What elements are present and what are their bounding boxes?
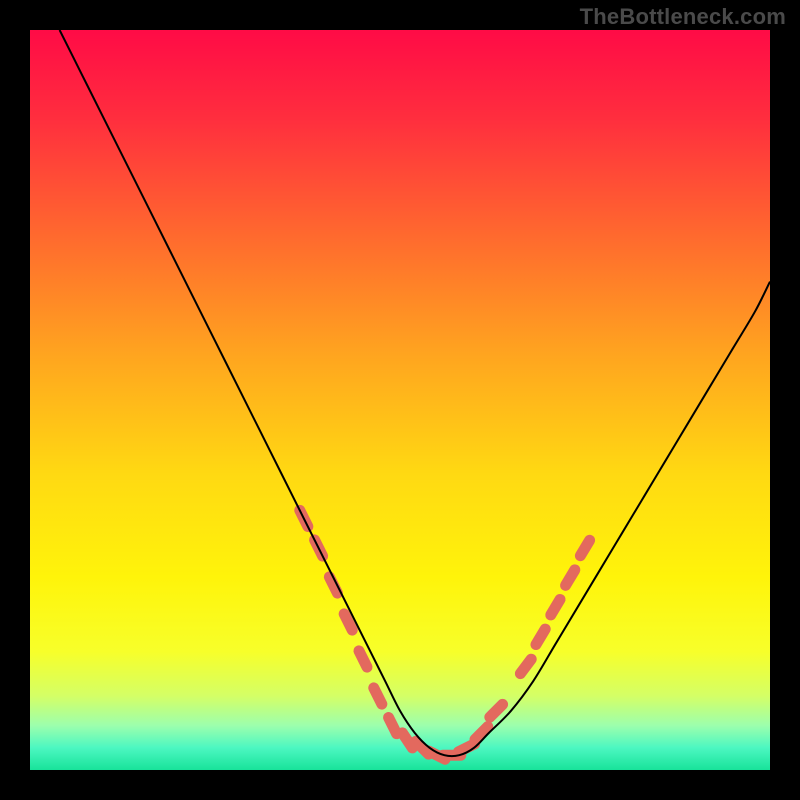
accent-dash	[374, 688, 382, 704]
watermark-text: TheBottleneck.com	[580, 4, 786, 30]
accent-dash	[389, 718, 397, 734]
plot-area	[30, 30, 770, 770]
accent-dash	[344, 614, 352, 630]
chart-frame: TheBottleneck.com	[0, 0, 800, 800]
accent-dash	[359, 651, 367, 667]
gradient-background	[30, 30, 770, 770]
chart-svg	[30, 30, 770, 770]
accent-dash	[459, 744, 475, 752]
